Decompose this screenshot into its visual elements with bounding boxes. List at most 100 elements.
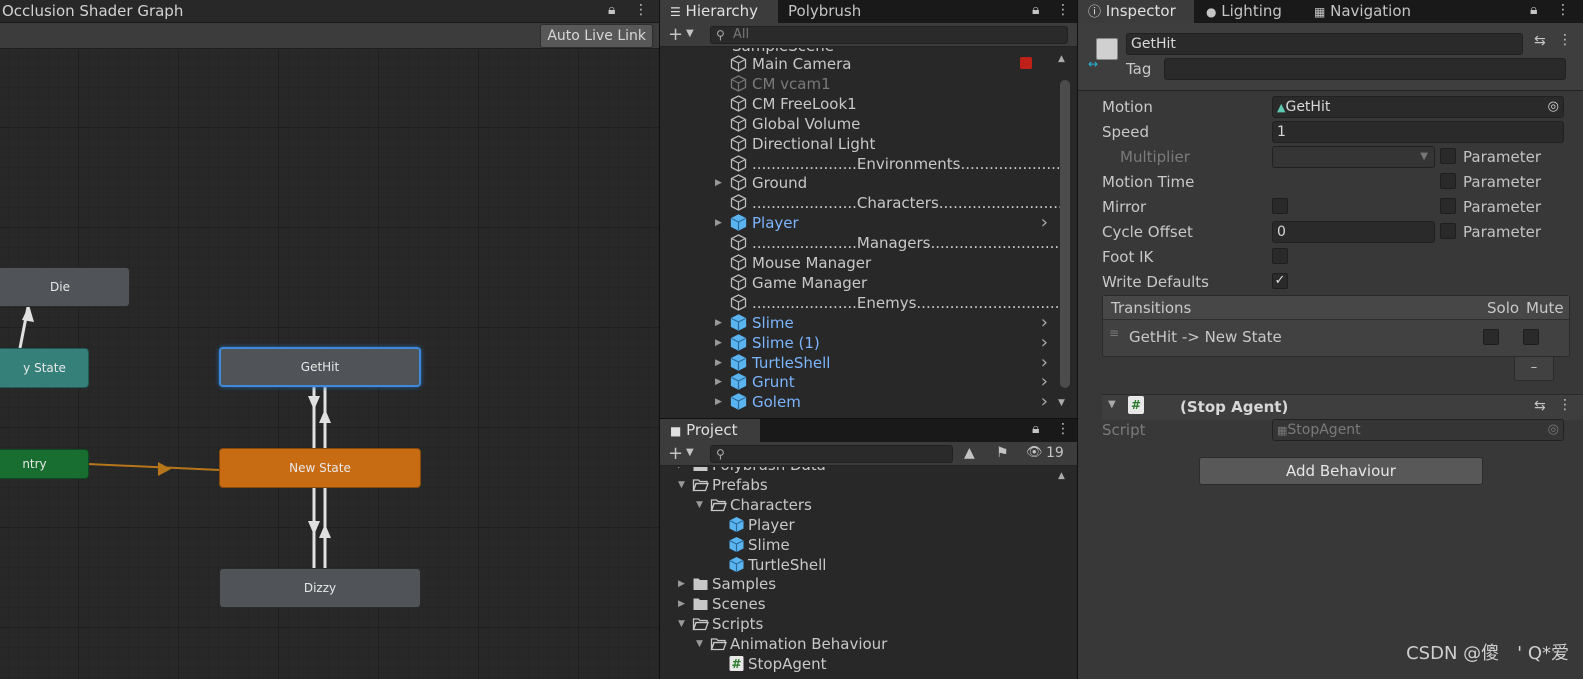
- project-item[interactable]: # StopAgent: [660, 654, 1060, 674]
- motion-time-parameter-checkbox[interactable]: [1440, 173, 1456, 189]
- cycle-offset-parameter-checkbox[interactable]: [1440, 223, 1456, 239]
- lock-icon[interactable]: 🔒︎: [1032, 2, 1039, 18]
- hierarchy-item[interactable]: ......................Managers..........…: [660, 233, 1060, 253]
- preset-icon[interactable]: ⇆: [1534, 398, 1546, 414]
- hierarchy-scrollbar[interactable]: [1060, 80, 1070, 388]
- more-menu-icon[interactable]: ⋮: [1056, 2, 1070, 18]
- scroll-down-icon[interactable]: ▼: [1058, 398, 1065, 408]
- tab-inspector[interactable]: ⓘ Inspector: [1078, 0, 1194, 23]
- state-node-gethit[interactable]: GetHit: [219, 347, 421, 387]
- hierarchy-item[interactable]: ......................Environments......…: [660, 154, 1060, 174]
- project-item[interactable]: Slime: [660, 535, 1060, 555]
- add-icon[interactable]: +: [668, 443, 683, 464]
- hierarchy-item[interactable]: ▶ TurtleShell ›: [660, 352, 1060, 373]
- project-item[interactable]: Player: [660, 515, 1060, 535]
- collapse-arrow-icon[interactable]: ▼: [696, 634, 703, 654]
- hidden-packages-icon[interactable]: 👁︎: [1026, 445, 1043, 460]
- hierarchy-item[interactable]: Directional Light: [660, 134, 1060, 154]
- collapse-arrow-icon[interactable]: ▼: [696, 495, 703, 515]
- tab-polybrush[interactable]: Polybrush: [778, 0, 871, 23]
- cycle-offset-field[interactable]: 0: [1272, 221, 1435, 243]
- add-behaviour-button[interactable]: Add Behaviour: [1199, 457, 1483, 485]
- hierarchy-item[interactable]: Global Volume: [660, 114, 1060, 134]
- multiplier-parameter-checkbox[interactable]: [1440, 148, 1456, 164]
- hierarchy-item[interactable]: CM vcam1: [660, 74, 1060, 94]
- hierarchy-item[interactable]: Main Camera: [660, 54, 1060, 74]
- chevron-right-icon[interactable]: ›: [1041, 372, 1048, 392]
- project-item[interactable]: ▼ Scripts: [660, 614, 1060, 634]
- hierarchy-item[interactable]: ▶ Grunt ›: [660, 372, 1060, 392]
- chevron-right-icon[interactable]: ›: [1041, 352, 1048, 373]
- collapse-arrow-icon[interactable]: ▼: [678, 614, 685, 634]
- solo-checkbox[interactable]: [1483, 329, 1499, 345]
- hierarchy-item[interactable]: ▶ Ground: [660, 173, 1060, 193]
- project-item[interactable]: ▼ Prefabs: [660, 475, 1060, 495]
- expand-arrow-icon[interactable]: ▶: [715, 313, 722, 333]
- project-item[interactable]: TurtleShell: [660, 555, 1060, 575]
- collapse-arrow-icon[interactable]: ▼: [678, 475, 685, 495]
- object-picker-icon[interactable]: ◎: [1548, 97, 1559, 117]
- scroll-up-icon[interactable]: ▲: [1058, 54, 1065, 64]
- lock-icon[interactable]: 🔒︎: [1032, 421, 1039, 437]
- foldout-arrow-icon[interactable]: ▼: [1108, 399, 1116, 410]
- hierarchy-item[interactable]: ......................Characters........…: [660, 193, 1060, 213]
- more-menu-icon[interactable]: ⋮: [1558, 32, 1572, 48]
- chevron-right-icon[interactable]: ›: [1041, 332, 1048, 353]
- state-node-dizzy[interactable]: Dizzy: [219, 568, 421, 608]
- hierarchy-item[interactable]: Game Manager: [660, 273, 1060, 293]
- hierarchy-search-input[interactable]: ⚲ All: [710, 26, 1068, 44]
- write-defaults-checkbox[interactable]: ✓: [1272, 273, 1288, 289]
- more-menu-icon[interactable]: ⋮: [634, 2, 648, 18]
- stop-agent-component-header[interactable]: ▼ # (Stop Agent) ⇆ ⋮: [1102, 394, 1583, 420]
- hierarchy-item[interactable]: ▶ Golem ›: [660, 392, 1060, 412]
- project-search-input[interactable]: ⚲: [710, 445, 953, 463]
- expand-arrow-icon[interactable]: ▶: [715, 213, 722, 233]
- expand-arrow-icon[interactable]: ▶: [715, 372, 722, 392]
- scroll-up-icon[interactable]: ▲: [1058, 471, 1065, 481]
- entry-node[interactable]: ntry: [0, 449, 89, 479]
- filter-by-type-icon[interactable]: ▲: [964, 445, 975, 461]
- project-item[interactable]: ▼ Characters: [660, 495, 1060, 515]
- mirror-parameter-checkbox[interactable]: [1440, 198, 1456, 214]
- more-menu-icon[interactable]: ⋮: [1056, 421, 1070, 437]
- foot-ik-checkbox[interactable]: [1272, 248, 1288, 264]
- chevron-down-icon[interactable]: ▼: [686, 28, 694, 39]
- expand-arrow-icon[interactable]: ▶: [715, 353, 722, 373]
- project-item[interactable]: ▼ Animation Behaviour: [660, 634, 1060, 654]
- hierarchy-item[interactable]: ......................Enemys............…: [660, 293, 1060, 313]
- state-name-field[interactable]: GetHit: [1126, 33, 1523, 55]
- tab-project[interactable]: ■ Project: [660, 419, 760, 442]
- chevron-right-icon[interactable]: ›: [1041, 213, 1048, 233]
- preset-icon[interactable]: ⇆: [1534, 33, 1546, 49]
- speed-field[interactable]: 1: [1272, 121, 1564, 143]
- motion-field[interactable]: ▲GetHit ◎: [1272, 96, 1564, 118]
- tab-lighting[interactable]: ● Lighting: [1196, 0, 1292, 23]
- expand-arrow-icon[interactable]: ▶: [678, 574, 685, 594]
- lock-icon[interactable]: 🔒︎: [608, 2, 615, 18]
- drag-handle-icon[interactable]: ≡: [1109, 326, 1119, 340]
- expand-arrow-icon[interactable]: ▶: [678, 594, 685, 614]
- chevron-down-icon[interactable]: ▼: [686, 447, 694, 458]
- remove-transition-button[interactable]: –: [1514, 357, 1554, 381]
- state-node-new-state[interactable]: New State: [219, 448, 421, 488]
- tag-field[interactable]: [1164, 58, 1566, 80]
- lock-icon[interactable]: 🔒︎: [1530, 2, 1537, 18]
- chevron-right-icon[interactable]: ›: [1041, 392, 1048, 412]
- expand-arrow-icon[interactable]: ▶: [715, 392, 722, 412]
- state-machine-graph[interactable]: Die y State ntry GetHit New State Dizzy: [0, 50, 659, 679]
- add-icon[interactable]: +: [668, 24, 683, 45]
- chevron-right-icon[interactable]: ›: [1041, 312, 1048, 333]
- expand-arrow-icon[interactable]: ▶: [715, 173, 722, 193]
- project-item[interactable]: ▶ Samples: [660, 574, 1060, 594]
- transition-row[interactable]: ≡ GetHit -> New State: [1103, 320, 1569, 356]
- mirror-checkbox[interactable]: [1272, 198, 1288, 214]
- expand-arrow-icon[interactable]: ▶: [715, 333, 722, 353]
- hierarchy-item[interactable]: ▶ Slime ›: [660, 312, 1060, 333]
- hierarchy-item[interactable]: ▶ Slime (1) ›: [660, 332, 1060, 353]
- project-item[interactable]: ▶ Polybrush Data: [660, 467, 1060, 475]
- expand-arrow-icon[interactable]: ▶: [678, 467, 685, 475]
- state-node-partial[interactable]: y State: [0, 348, 89, 388]
- auto-live-link-button[interactable]: Auto Live Link: [540, 24, 653, 48]
- state-node-die[interactable]: Die: [0, 267, 130, 307]
- mute-checkbox[interactable]: [1523, 329, 1539, 345]
